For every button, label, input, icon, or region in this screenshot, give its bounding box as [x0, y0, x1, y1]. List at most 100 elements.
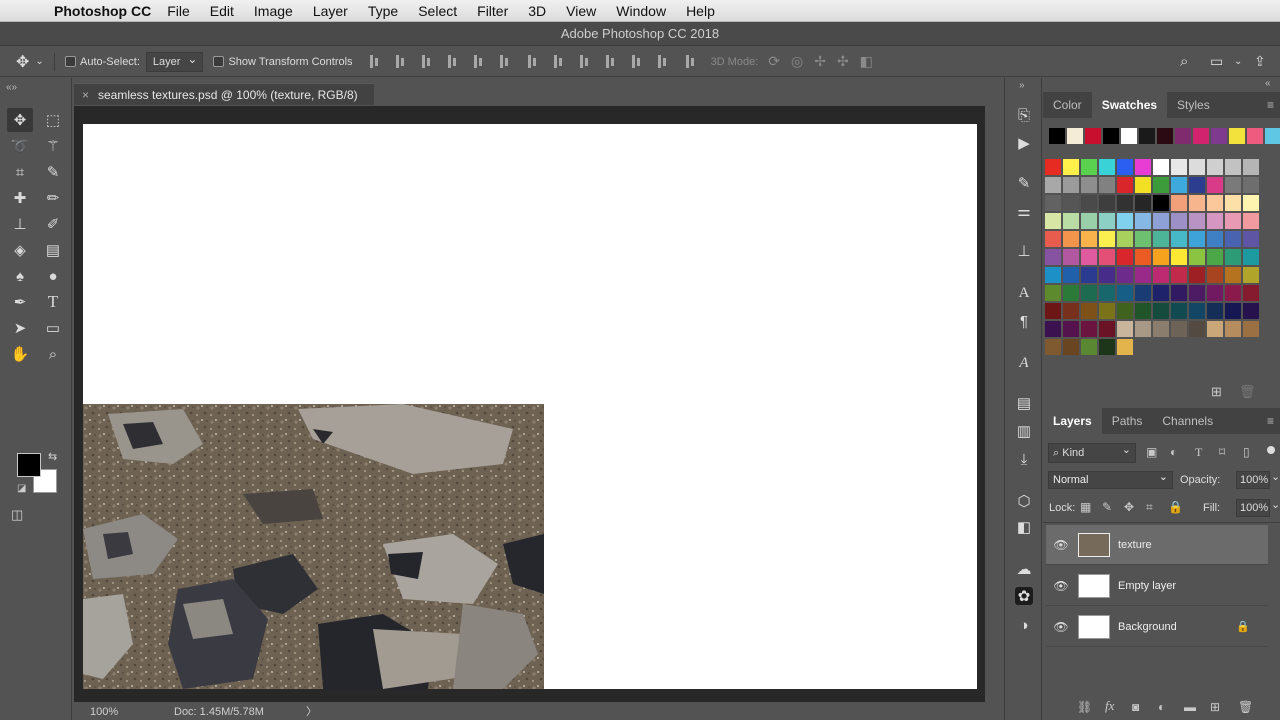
color-swatch[interactable]	[1117, 267, 1133, 283]
color-swatch[interactable]	[1135, 267, 1151, 283]
auto-select-dropdown[interactable]: Layer	[145, 50, 204, 72]
trash-icon[interactable]: 🗑	[1238, 700, 1253, 714]
color-swatch[interactable]	[1207, 321, 1223, 337]
tab-layers[interactable]: Layers	[1043, 408, 1102, 434]
recent-swatch[interactable]	[1229, 128, 1245, 144]
opacity-input[interactable]: 100%	[1236, 471, 1270, 489]
color-swatch[interactable]	[1045, 213, 1061, 229]
color-swatch[interactable]	[1117, 195, 1133, 211]
color-swatch[interactable]	[1171, 177, 1187, 193]
3d-panel-icon[interactable]: ⬡	[1015, 492, 1033, 510]
chevron-down-icon[interactable]: ⌄	[1271, 470, 1280, 483]
color-swatch[interactable]	[1081, 321, 1097, 337]
color-swatch[interactable]	[1207, 231, 1223, 247]
color-swatch[interactable]	[1171, 213, 1187, 229]
status-menu-arrow[interactable]: 〉	[306, 704, 317, 720]
color-swatch[interactable]	[1171, 267, 1187, 283]
color-swatch[interactable]	[1225, 159, 1241, 175]
layer-row-texture[interactable]: 👁 texture	[1046, 525, 1268, 565]
zoom-level[interactable]: 100%	[90, 704, 118, 720]
recent-swatch[interactable]	[1085, 128, 1101, 144]
color-swatch[interactable]	[1063, 321, 1079, 337]
color-swatch[interactable]	[1207, 177, 1223, 193]
glyphs-panel-icon[interactable]: A	[1015, 354, 1033, 372]
recent-swatch[interactable]	[1157, 128, 1173, 144]
color-swatch[interactable]	[1225, 249, 1241, 265]
color-swatch[interactable]	[1099, 177, 1115, 193]
menu-layer[interactable]: Layer	[313, 3, 348, 19]
color-swatch[interactable]	[1135, 285, 1151, 301]
color-swatch[interactable]	[1171, 249, 1187, 265]
color-swatch[interactable]	[1189, 177, 1205, 193]
gradient-tool-icon[interactable]: ▤	[40, 238, 66, 262]
properties-panel-icon[interactable]: ▤	[1015, 394, 1033, 412]
color-swatch[interactable]	[1189, 249, 1205, 265]
color-swatch[interactable]	[1243, 267, 1259, 283]
workspace-icon[interactable]: ▭	[1210, 53, 1223, 70]
tab-styles[interactable]: Styles	[1167, 92, 1220, 118]
align-top-icon[interactable]	[367, 54, 383, 70]
color-swatch[interactable]	[1153, 159, 1169, 175]
new-group-icon[interactable]: ▬	[1184, 700, 1196, 714]
color-swatch[interactable]	[1189, 159, 1205, 175]
recent-swatch[interactable]	[1103, 128, 1119, 144]
marquee-tool-icon[interactable]: ⬚	[40, 108, 66, 132]
color-swatch[interactable]	[1081, 267, 1097, 283]
blend-mode-dropdown[interactable]: Normal ⌄	[1048, 471, 1173, 489]
filter-toggle[interactable]	[1267, 446, 1275, 454]
color-swatch[interactable]	[1189, 213, 1205, 229]
lock-image-icon[interactable]: ✎	[1102, 500, 1112, 514]
color-swatch[interactable]	[1063, 159, 1079, 175]
dodge-tool-icon[interactable]: ●	[40, 264, 66, 288]
color-swatch[interactable]	[1081, 213, 1097, 229]
distribute-right-icon[interactable]	[655, 54, 671, 70]
color-swatch[interactable]	[1135, 177, 1151, 193]
color-swatch[interactable]	[1243, 195, 1259, 211]
color-swatch[interactable]	[1081, 249, 1097, 265]
color-swatch[interactable]	[1225, 213, 1241, 229]
distribute-top-icon[interactable]	[525, 54, 541, 70]
color-swatch[interactable]	[1099, 285, 1115, 301]
tool-preset-picker[interactable]: ✥ ⌄	[16, 51, 50, 73]
color-swatch[interactable]	[1207, 285, 1223, 301]
color-swatch[interactable]	[1117, 303, 1133, 319]
new-swatch-icon[interactable]: ⊞	[1211, 384, 1222, 400]
timeline-panel-icon[interactable]: ⤓	[1015, 450, 1033, 468]
color-swatch[interactable]	[1207, 249, 1223, 265]
recent-swatch[interactable]	[1139, 128, 1155, 144]
color-swatch[interactable]	[1225, 267, 1241, 283]
share-icon[interactable]: ⇪	[1254, 53, 1266, 70]
default-colors-icon[interactable]: ◪	[17, 483, 26, 494]
menu-window[interactable]: Window	[616, 3, 666, 19]
color-swatch[interactable]	[1153, 231, 1169, 247]
lock-transparent-icon[interactable]: ▦	[1080, 500, 1091, 514]
recent-swatch[interactable]	[1247, 128, 1263, 144]
actions-panel-icon[interactable]: ▶	[1015, 134, 1033, 152]
recent-swatch[interactable]	[1049, 128, 1065, 144]
color-swatch[interactable]	[1081, 339, 1097, 355]
notes-panel-icon[interactable]: ▥	[1015, 422, 1033, 440]
color-swatch[interactable]	[1135, 321, 1151, 337]
distribute-left-icon[interactable]	[603, 54, 619, 70]
filter-shape-icon[interactable]: ⌑	[1219, 445, 1225, 459]
color-swatch[interactable]	[1081, 231, 1097, 247]
color-swatch[interactable]	[1207, 159, 1223, 175]
color-swatch[interactable]	[1063, 249, 1079, 265]
filter-type-icon[interactable]: T	[1195, 445, 1202, 460]
color-swatch[interactable]	[1117, 159, 1133, 175]
color-swatch[interactable]	[1225, 303, 1241, 319]
color-swatch[interactable]	[1135, 303, 1151, 319]
color-swatch[interactable]	[1135, 231, 1151, 247]
menu-select[interactable]: Select	[418, 3, 457, 19]
color-swatch[interactable]	[1153, 267, 1169, 283]
color-swatch[interactable]	[1099, 231, 1115, 247]
color-swatch[interactable]	[1189, 285, 1205, 301]
color-swatch[interactable]	[1171, 159, 1187, 175]
visibility-eye-icon[interactable]: 👁	[1046, 620, 1076, 634]
color-swatch[interactable]	[1063, 195, 1079, 211]
clone-stamp-tool-icon[interactable]: ⊥	[7, 212, 33, 236]
align-horizontal-center-icon[interactable]	[471, 54, 487, 70]
distribute-bottom-icon[interactable]	[577, 54, 593, 70]
color-swatch[interactable]	[1063, 267, 1079, 283]
color-swatch[interactable]	[1243, 177, 1259, 193]
